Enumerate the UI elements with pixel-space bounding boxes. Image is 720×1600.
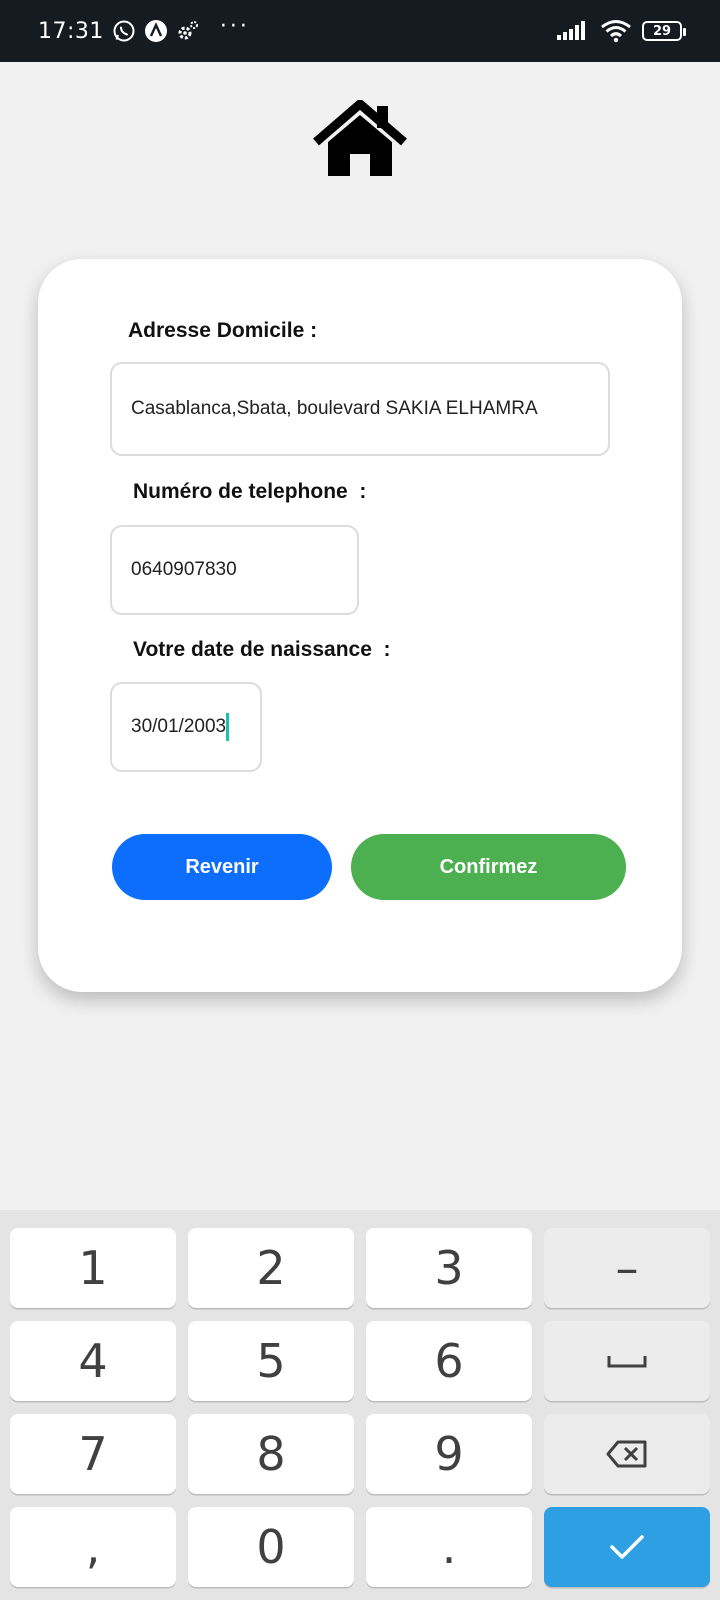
phone-field[interactable]: 0640907830 [110, 525, 359, 615]
wifi-icon [600, 19, 632, 43]
backspace-key[interactable] [544, 1414, 710, 1494]
key-0[interactable]: 0 [188, 1507, 354, 1587]
key-2[interactable]: 2 [188, 1228, 354, 1308]
space-bar-icon [607, 1356, 647, 1368]
numeric-keyboard: 1 2 3 – 4 5 6 7 8 9 , 0 . [0, 1210, 720, 1600]
status-bar: 17:31 ··· 29 [0, 0, 720, 62]
status-bar-left: 17:31 ··· [38, 14, 250, 44]
key-6[interactable]: 6 [366, 1321, 532, 1401]
key-period[interactable]: . [366, 1507, 532, 1587]
backspace-icon [606, 1440, 647, 1468]
address-field[interactable]: Casablanca,Sbata, boulevard SAKIA ELHAMR… [110, 362, 610, 456]
key-5[interactable]: 5 [188, 1321, 354, 1401]
key-7[interactable]: 7 [10, 1414, 176, 1494]
key-1[interactable]: 1 [10, 1228, 176, 1308]
confirm-button[interactable]: Confirmez [351, 834, 626, 900]
battery-icon: 29 [642, 21, 686, 41]
check-icon [610, 1535, 644, 1559]
back-button[interactable]: Revenir [112, 834, 332, 900]
clock: 17:31 [38, 18, 104, 44]
address-label: Adresse Domicile : [128, 319, 318, 342]
key-comma[interactable]: , [10, 1507, 176, 1587]
minus-key[interactable]: – [544, 1228, 710, 1308]
birthdate-field[interactable]: 30/01/2003 [110, 682, 262, 772]
form-card: Adresse Domicile : Casablanca,Sbata, bou… [38, 259, 682, 992]
address-value: Casablanca,Sbata, boulevard SAKIA ELHAMR… [131, 398, 538, 419]
app-a-icon [144, 19, 168, 43]
text-cursor [226, 713, 230, 741]
more-dots-icon: ··· [219, 13, 250, 39]
key-3[interactable]: 3 [366, 1228, 532, 1308]
whatsapp-icon [112, 19, 136, 43]
phone-value: 0640907830 [131, 559, 237, 580]
phone-label: Numéro de telephone : [133, 480, 367, 503]
signal-icon [556, 20, 590, 42]
key-4[interactable]: 4 [10, 1321, 176, 1401]
key-8[interactable]: 8 [188, 1414, 354, 1494]
birthdate-value: 30/01/2003 [131, 716, 227, 737]
home-icon [313, 100, 407, 176]
enter-check-key[interactable] [544, 1507, 710, 1587]
status-bar-right: 29 [556, 19, 686, 43]
birthdate-label: Votre date de naissance : [133, 638, 391, 661]
settings-gear-icon [176, 19, 200, 43]
space-key[interactable] [544, 1321, 710, 1401]
key-9[interactable]: 9 [366, 1414, 532, 1494]
